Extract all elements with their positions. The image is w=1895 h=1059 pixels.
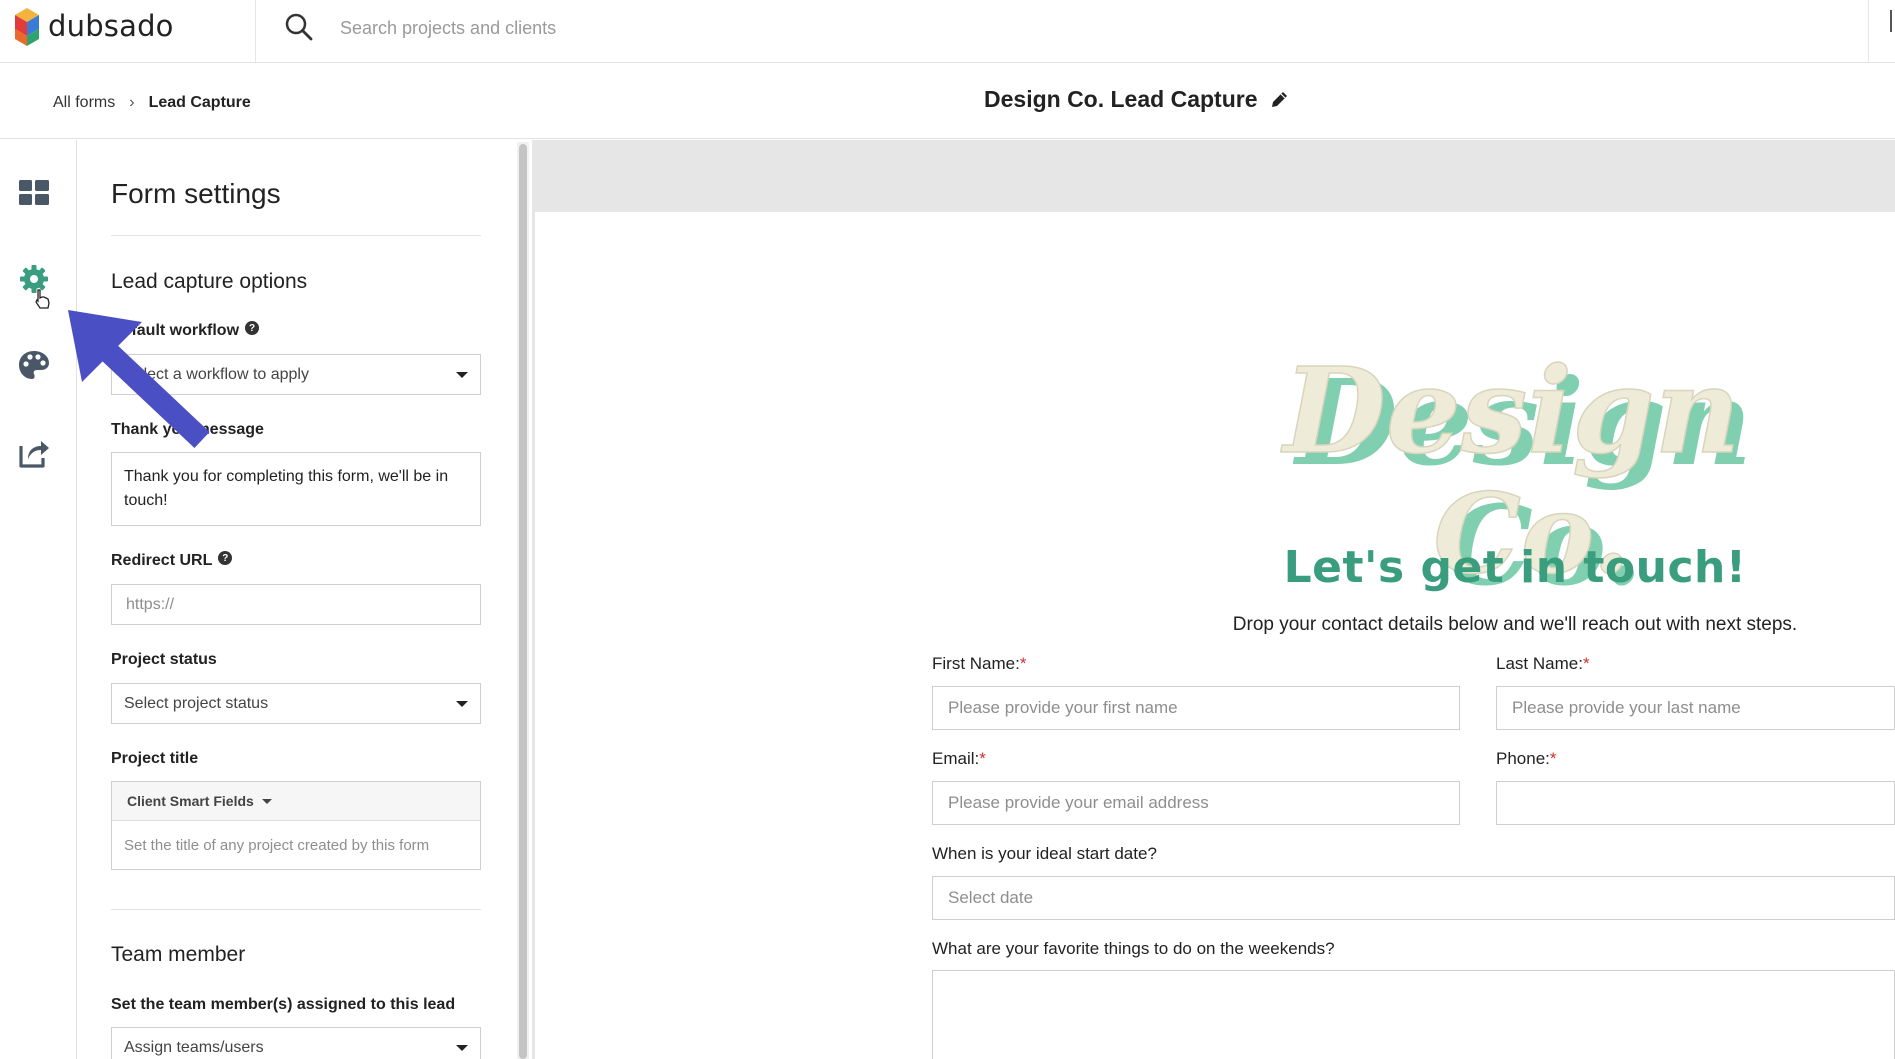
team-member-label-text: Set the team member(s) assigned to this … <box>111 996 456 1013</box>
project-title-label: Project title <box>111 750 198 768</box>
phone-label: Phone:* <box>1496 749 1557 769</box>
client-smart-fields-label: Client Smart Fields <box>127 793 254 809</box>
start-date-input[interactable] <box>932 876 1895 920</box>
phone-label-text: Phone: <box>1496 749 1550 768</box>
page-title-text: Design Co. Lead Capture <box>984 86 1258 112</box>
palette-icon[interactable] <box>17 348 51 382</box>
form-subline: Drop your contact details below and we'l… <box>1232 614 1798 635</box>
first-name-label: First Name:* <box>932 654 1026 674</box>
project-status-select[interactable]: Select project status <box>111 683 481 724</box>
top-bar: dubsado <box>0 0 1895 63</box>
project-status-label: Project status <box>111 651 217 669</box>
form-settings-panel: Form settings Lead capture options Defau… <box>78 140 514 1059</box>
breadcrumb: All forms › Lead Capture <box>53 94 251 112</box>
topbar-edge-marker <box>1890 10 1892 32</box>
search-input[interactable] <box>340 14 1240 42</box>
required-marker: * <box>1019 654 1027 673</box>
email-label-text: Email: <box>932 749 980 768</box>
redirect-url-input[interactable] <box>111 584 481 625</box>
caret-down-icon <box>456 1044 468 1051</box>
project-status-label-text: Project status <box>111 651 217 668</box>
annotation-arrow <box>68 310 210 449</box>
form-headline: Let's get in touch! <box>1283 542 1747 593</box>
topbar-divider-right <box>1868 0 1869 63</box>
start-date-label: When is your ideal start date? <box>932 844 1157 863</box>
scrollbar-thumb[interactable] <box>519 144 527 1059</box>
caret-down-icon <box>261 798 272 804</box>
brand-name: dubsado <box>48 9 174 43</box>
client-smart-fields-dropdown[interactable]: Client Smart Fields <box>112 782 480 821</box>
caret-down-icon <box>456 700 468 707</box>
first-name-input[interactable] <box>932 686 1460 730</box>
form-preview-page: Design Design Co. Co. Let's get in touch… <box>535 212 1895 1059</box>
email-label: Email:* <box>932 749 986 769</box>
breadcrumb-separator: › <box>129 94 135 111</box>
weekends-textarea[interactable] <box>932 970 1895 1059</box>
app-logo[interactable]: dubsado <box>12 4 174 48</box>
first-name-label-text: First Name: <box>932 654 1020 673</box>
dashboard-grid-icon[interactable] <box>17 176 51 210</box>
last-name-label-text: Last Name: <box>1496 654 1583 673</box>
divider <box>111 235 481 236</box>
share-icon[interactable] <box>17 436 51 470</box>
project-status-value: Select project status <box>124 694 269 712</box>
project-title-field: Client Smart Fields <box>111 781 481 870</box>
required-marker: * <box>979 749 986 768</box>
app-root: dubsado All forms › Lead Capture Design … <box>0 0 1895 1059</box>
thank-you-message-textarea[interactable]: Thank you for completing this form, we'l… <box>111 452 481 526</box>
required-marker: * <box>1582 654 1590 673</box>
assign-team-select[interactable]: Assign teams/users <box>111 1027 481 1059</box>
project-title-input[interactable] <box>112 821 480 869</box>
page-title: Design Co. Lead Capture <box>984 86 1289 113</box>
hand-cursor-icon <box>35 289 50 309</box>
last-name-label: Last Name:* <box>1496 654 1590 674</box>
search-icon[interactable] <box>284 12 314 42</box>
help-icon[interactable]: ? <box>218 551 233 565</box>
divider <box>111 909 481 910</box>
sub-header: All forms › Lead Capture Design Co. Lead… <box>0 64 1895 139</box>
settings-scrollbar[interactable] <box>517 142 529 1059</box>
breadcrumb-all-forms[interactable]: All forms <box>53 94 115 112</box>
caret-down-icon <box>456 371 468 378</box>
redirect-url-label-text: Redirect URL <box>111 552 213 569</box>
last-name-input[interactable] <box>1496 686 1895 730</box>
breadcrumb-current: Lead Capture <box>148 94 251 111</box>
form-preview-area: Design Design Co. Co. Let's get in touch… <box>532 140 1895 1059</box>
pencil-icon[interactable] <box>1269 90 1289 110</box>
left-icon-rail <box>0 140 77 1059</box>
team-member-label: Set the team member(s) assigned to this … <box>111 996 455 1014</box>
help-icon[interactable]: ? <box>245 321 260 335</box>
phone-input[interactable] <box>1496 781 1895 825</box>
lead-capture-options-title: Lead capture options <box>111 270 308 293</box>
dubsado-logo-icon <box>15 8 39 46</box>
assign-team-value: Assign teams/users <box>124 1038 264 1056</box>
panel-title: Form settings <box>111 178 281 209</box>
project-title-label-text: Project title <box>111 750 199 767</box>
topbar-divider <box>255 0 256 63</box>
required-marker: * <box>1549 749 1557 768</box>
email-input[interactable] <box>932 781 1460 825</box>
weekends-label: What are your favorite things to do on t… <box>932 939 1335 958</box>
logo-word: Design <box>1281 342 1741 480</box>
team-member-title: Team member <box>111 943 246 966</box>
redirect-url-label: Redirect URL ? <box>111 551 233 570</box>
